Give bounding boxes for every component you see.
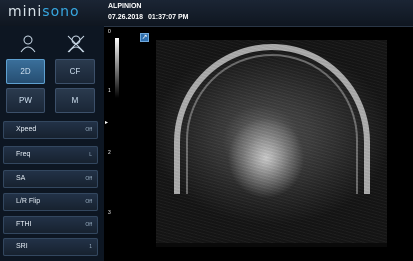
focus-marker-icon[interactable]: ▸	[105, 119, 108, 126]
setting-label: FTHI	[16, 221, 32, 228]
setting-fthi[interactable]: FTHI Off	[3, 216, 98, 234]
setting-label: SA	[16, 175, 26, 182]
exam-date: 07.26.2018	[108, 14, 144, 21]
setting-value: Off	[85, 199, 92, 205]
setting-value: Off	[85, 176, 92, 182]
top-bar: minisono ALPINION 07.26.2018 01:37:07 PM	[0, 0, 413, 27]
grayscale-bar	[115, 38, 119, 98]
mode-m-button[interactable]: M	[55, 88, 95, 113]
patient-name: ALPINION	[108, 3, 142, 10]
app-logo: minisono	[8, 4, 80, 20]
person-icon[interactable]	[18, 34, 38, 54]
mode-pw-button[interactable]: PW	[6, 88, 45, 113]
setting-label: Freq	[16, 151, 31, 158]
exam-time: 01:37:07 PM	[148, 14, 189, 21]
setting-value: 1	[89, 244, 92, 250]
person-cross-icon[interactable]	[66, 34, 86, 54]
image-bottom-strip	[156, 243, 387, 247]
setting-freq[interactable]: Freq L	[3, 146, 98, 164]
depth-tick-1: 1	[108, 88, 111, 94]
expand-icon[interactable]: ↗	[140, 33, 149, 42]
control-panel: 2D CF PW M Xpeed Off Freq L SA Off L/R Flip…	[0, 26, 104, 261]
setting-label: SRI	[16, 243, 28, 250]
setting-label: L/R Flip	[16, 198, 41, 205]
setting-label: Xpeed	[16, 126, 37, 133]
setting-value: Off	[85, 222, 92, 228]
depth-tick-3: 3	[108, 210, 111, 216]
depth-tick-2: 2	[108, 150, 111, 156]
setting-sa[interactable]: SA Off	[3, 170, 98, 188]
setting-sri[interactable]: SRI 1	[3, 238, 98, 256]
depth-tick-0: 0	[108, 29, 111, 35]
setting-value: L	[89, 152, 92, 158]
ultrasound-image[interactable]	[156, 40, 387, 243]
setting-value: Off	[85, 127, 92, 133]
speckle-texture	[156, 40, 387, 243]
mode-2d-button[interactable]: 2D	[6, 59, 45, 84]
mode-cf-button[interactable]: CF	[55, 59, 95, 84]
setting-xpeed[interactable]: Xpeed Off	[3, 121, 98, 139]
setting-lr-flip[interactable]: L/R Flip Off	[3, 193, 98, 211]
